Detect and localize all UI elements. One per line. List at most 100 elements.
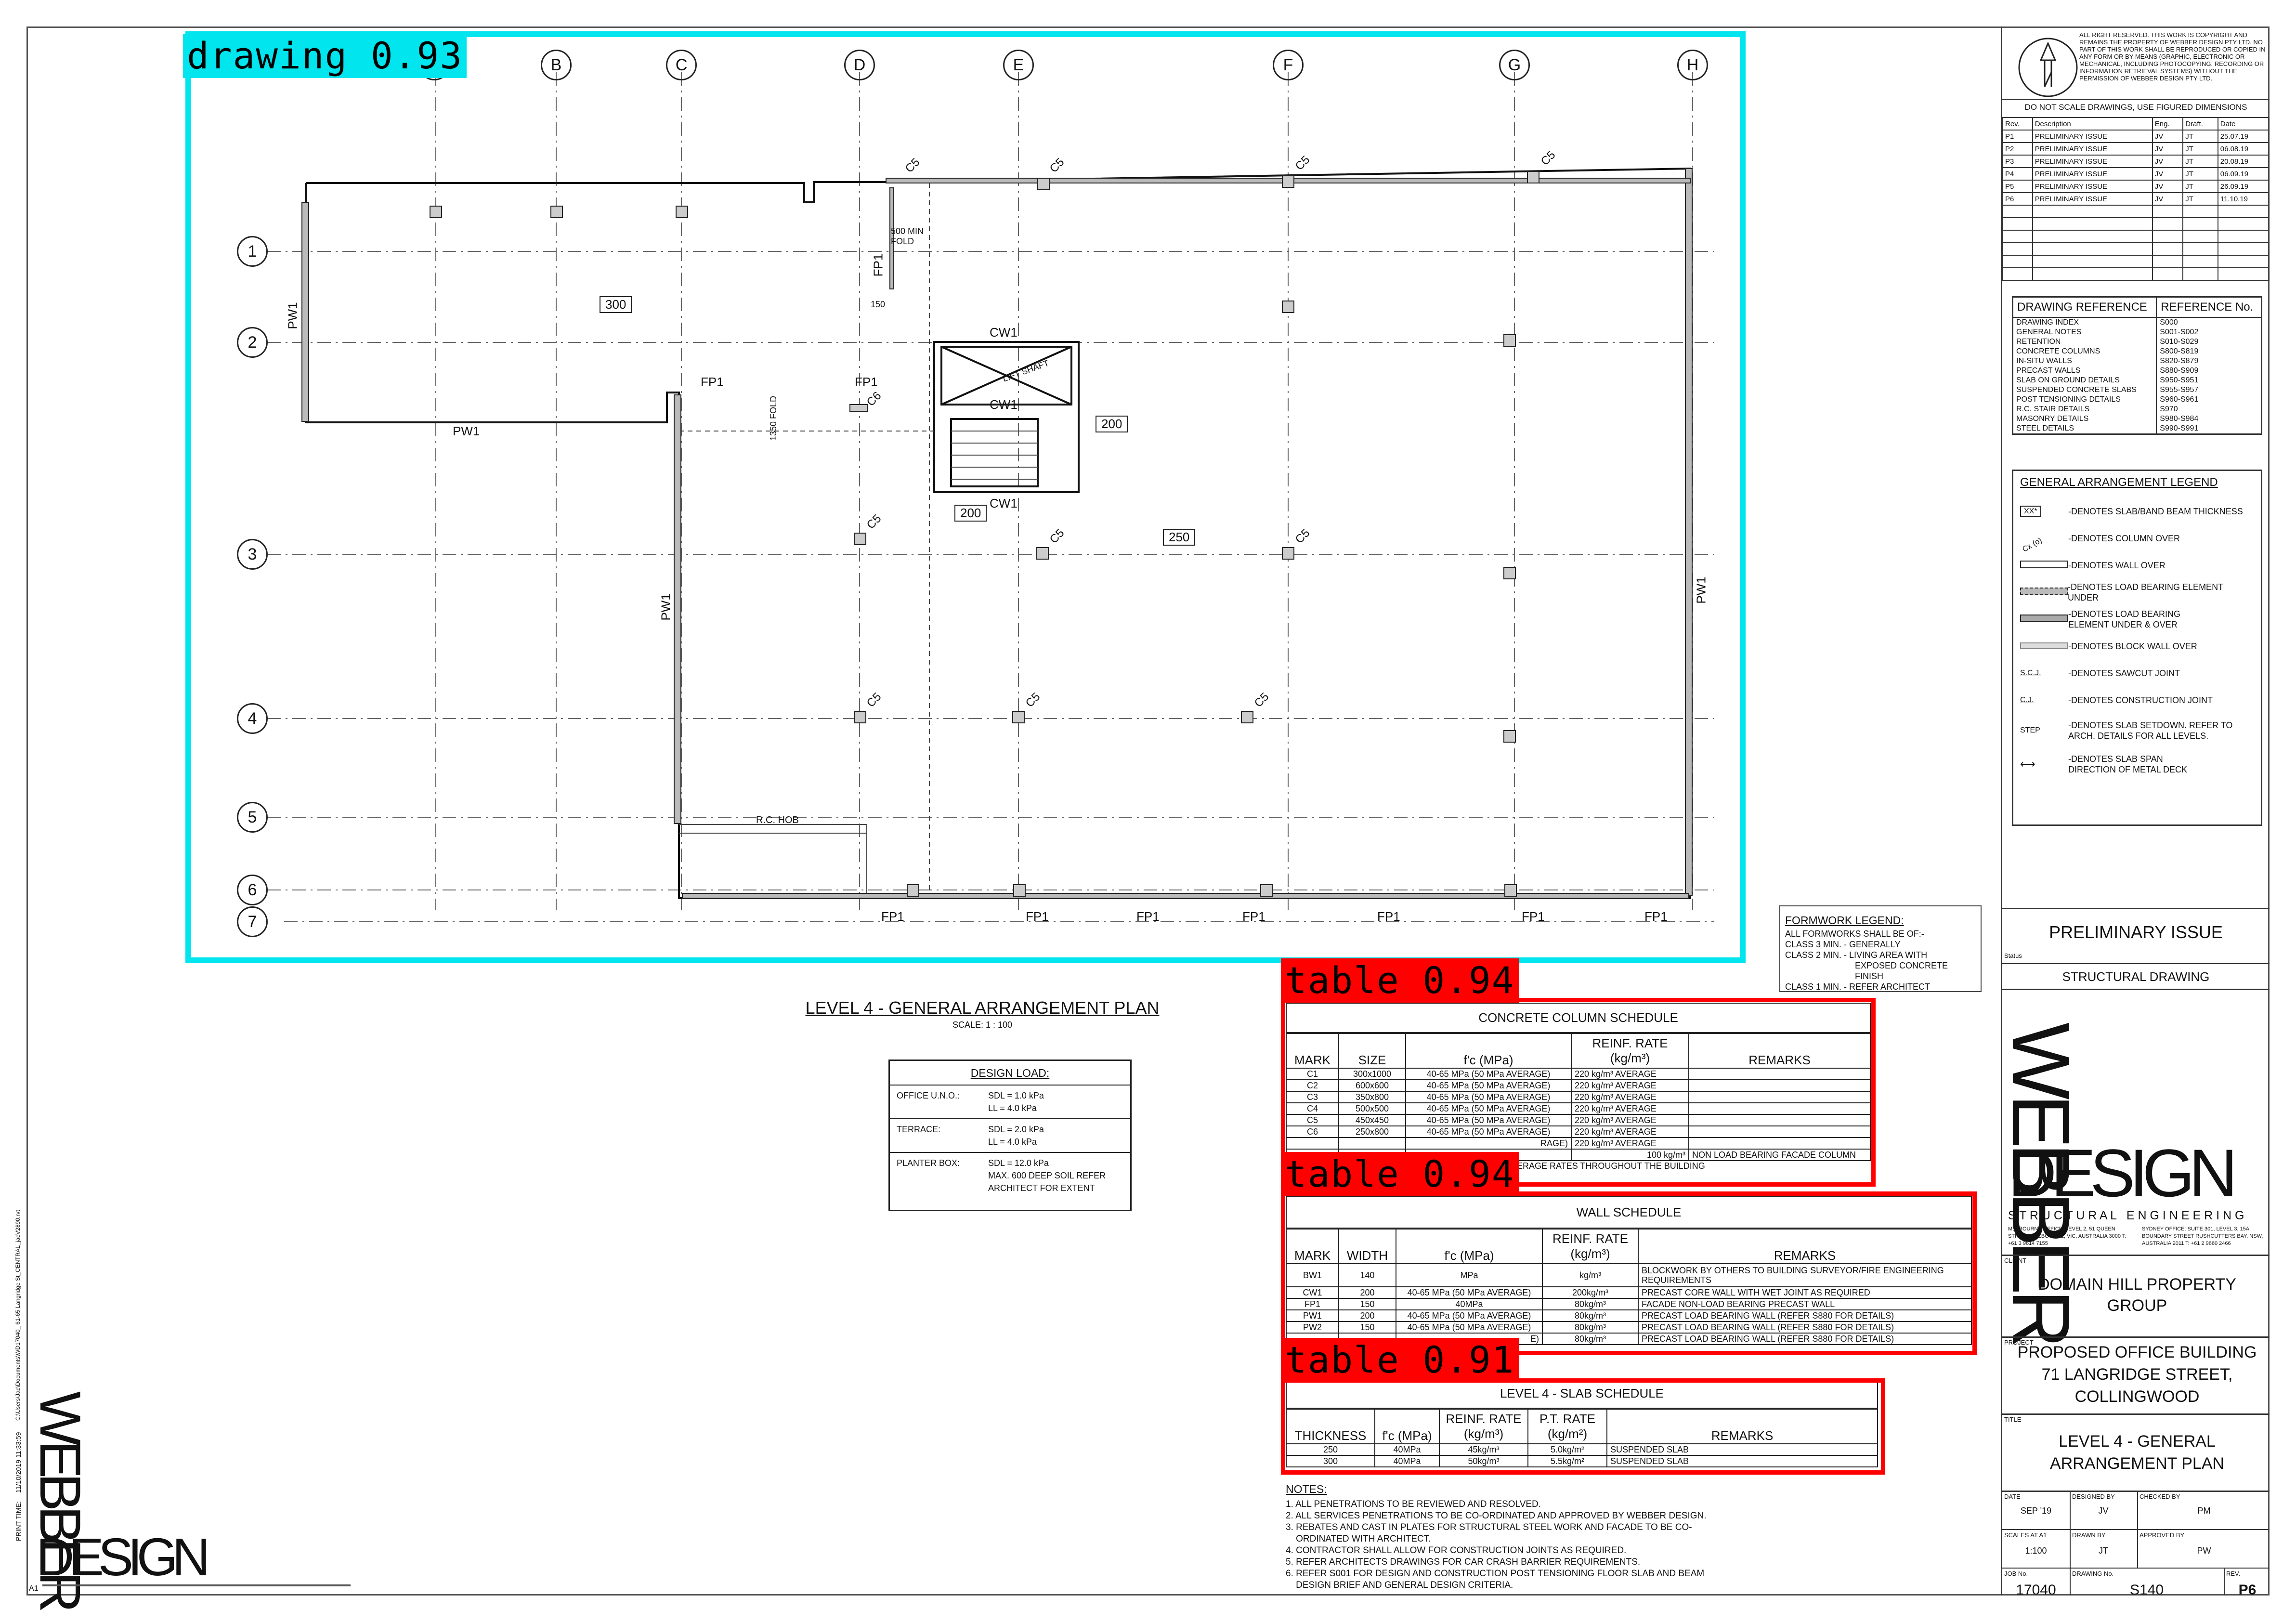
note-item: 4. CONTRACTOR SHALL ALLOW FOR CONSTRUCTI… [1286,1545,1627,1556]
formwork-line: ALL FORMWORKS SHALL BE OF:- [1785,929,1924,939]
revision-table: Rev. Description Eng. Draft. Date P1 PRELIMIN… [2002,117,2270,281]
dwg-value: S140 [2129,1582,2164,1598]
table-detection-label-1: table 0.94 [1281,958,1519,1003]
legend-text: -DENOTES CONSTRUCTION JOINT [2068,695,2213,705]
formwork-line: EXPOSED CONCRETE FINISH [1855,961,1948,981]
do-not-scale-note: DO NOT SCALE DRAWINGS, USE FIGURED DIMEN… [2024,103,2247,112]
print-timestamp: 11/10/2019 11:33:59 [14,1432,22,1493]
north-arrow-icon [2018,38,2078,97]
block-wall-symbol [2020,642,2068,649]
status-value: PRELIMINARY ISSUE [2049,922,2223,942]
dl-value: ARCHITECT FOR EXTENT [988,1183,1095,1193]
span-direction-icon: ⟷ [2020,758,2035,770]
table-detection-box-3 [1281,1378,1885,1475]
notes-heading: NOTES: [1286,1483,1327,1495]
dl-label: PLANTER BOX: [897,1158,960,1168]
reference-row: STEEL DETAILS S990-S991 [2012,424,2262,434]
melbourne-office: MELBOURNE OFFICE: LEVEL 2, 51 QUEEN STRE… [2008,1226,2126,1246]
drawn-label: DRAWN BY [2072,1531,2106,1539]
date-value: SEP '19 [2020,1506,2052,1516]
legend-text: -DENOTES SLAB/BAND BEAM THICKNESS [2068,507,2243,516]
revision-row: P2 PRELIMINARY ISSUE JV JT 06.08.19 [2002,142,2270,156]
table-detection-box-2 [1281,1191,1977,1355]
file-path: C:\Users\Jac\Documents\WD17040_ 61-65 La… [14,1210,21,1421]
print-time-label: PRINT TIME: [14,1501,22,1541]
legend-heading: GENERAL ARRANGEMENT LEGEND [2020,476,2218,489]
drawing-reference-table: DRAWING REFERENCE REFERENCE No. DRAWING I… [2012,296,2262,435]
legend-text: -DENOTES WALL OVER [2068,561,2166,570]
designed-label: DESIGNED BY [2072,1493,2115,1500]
legend-symbol: XX* [2020,506,2068,517]
legend-text: -DENOTES SLAB SPAN DIRECTION OF METAL DE… [2068,754,2188,774]
reference-row: DRAWING INDEX S000 [2012,317,2262,327]
drawing-detection-box [185,31,1746,963]
note-item: 6. REFER S001 FOR DESIGN AND CONSTRUCTIO… [1286,1569,1705,1579]
formwork-line: CLASS 2 MIN. - LIVING AREA WITH [1785,950,1928,960]
note-item: 5. REFER ARCHITECTS DRAWINGS FOR CAR CRA… [1286,1557,1641,1567]
reference-row: MASONRY DETAILS S980-S984 [2012,414,2262,424]
load-under-over-symbol [2020,615,2068,622]
drawing-title: LEVEL 4 - GENERAL ARRANGEMENT PLAN [2049,1432,2225,1473]
dl-label: TERRACE: [897,1125,941,1134]
reference-row: SUSPENDED CONCRETE SLABS S955-S957 [2012,385,2262,395]
legend-text: -DENOTES SLAB SETDOWN. REFER TO ARCH. DE… [2068,720,2233,741]
legend-text: -DENOTES SAWCUT JOINT [2068,668,2180,678]
scale-bar [42,1584,351,1586]
note-item: DESIGN BRIEF AND GENERAL DESIGN CRITERIA… [1286,1580,1513,1590]
dl-value: LL = 4.0 kPa [988,1137,1037,1147]
note-item: 3. REBATES AND CAST IN PLATES FOR STRUCT… [1286,1522,1692,1532]
dl-value: SDL = 12.0 kPa [988,1158,1049,1168]
rev-label: REV. [2226,1570,2241,1577]
copyright-notice: ALL RIGHT RESERVED. THIS WORK IS COPYRIG… [2079,31,2266,82]
dl-value: MAX. 600 DEEP SOIL REFER [988,1171,1106,1180]
dwg-label: DRAWING No. [2072,1570,2114,1577]
legend-symbol: S.C.J. [2020,669,2041,677]
note-item: 1. ALL PENETRATIONS TO BE REVIEWED AND R… [1286,1499,1541,1509]
table-detection-label-3: table 0.91 [1281,1338,1519,1382]
drawn-value: JT [2099,1546,2108,1556]
legend-symbol: C.J. [2020,696,2034,704]
dl-value: SDL = 2.0 kPa [988,1125,1044,1134]
approved-value: PW [2197,1546,2211,1556]
dl-label: OFFICE U.N.O.: [897,1091,960,1100]
revision-row: P4 PRELIMINARY ISSUE JV JT 06.09.19 [2002,167,2270,181]
scale-bar-start: A1 [29,1584,39,1593]
logo-bottom-left: WEBBER DESIGN [28,1382,229,1607]
date-label: DATE [2004,1493,2021,1500]
rev-value: P6 [2238,1582,2257,1598]
sydney-office: SYDNEY OFFICE: SUITE 301, LEVEL 3, 15A B… [2142,1226,2263,1246]
formwork-line: CLASS 3 MIN. - GENERALLY [1785,940,1901,949]
reference-row: GENERAL NOTES S001-S002 [2012,327,2262,337]
legend-symbol: Cx (o) [2021,536,2044,554]
note-item: 2. ALL SERVICES PENETRATIONS TO BE CO-OR… [1286,1511,1707,1521]
plan-scale: SCALE: 1 : 100 [952,1020,1013,1030]
ga-legend: GENERAL ARRANGEMENT LEGEND XX* -DENOTES S… [2012,470,2262,826]
dl-value: SDL = 1.0 kPa [988,1091,1044,1100]
client-label: CLIENT [2004,1257,2027,1264]
design-load-heading: DESIGN LOAD: [970,1067,1050,1079]
revision-row: P6 PRELIMINARY ISSUE JV JT 11.10.19 [2002,192,2270,206]
note-item: ORDINATED WITH ARCHITECT. [1286,1534,1431,1544]
table-detection-label-2: table 0.94 [1281,1152,1519,1196]
title-label: TITLE [2004,1416,2022,1423]
general-notes: NOTES: 1. ALL PENETRATIONS TO BE REVIEWE… [1286,1483,1960,1591]
checked-value: PM [2197,1506,2211,1516]
scales-value: 1:100 [2025,1546,2047,1556]
logo-word-design: DESIGN [36,1528,210,1587]
design-load-box: DESIGN LOAD: OFFICE U.N.O.: SDL = 1.0 kPa… [888,1060,1132,1211]
status-label: Status [2004,952,2022,959]
logo-word-design-tb: DESIGN [2008,1135,2238,1211]
formwork-legend: FORMWORK LEGEND: ALL FORMWORKS SHALL BE … [1779,905,1982,992]
job-value: 17040 [2016,1582,2056,1598]
plan-title: LEVEL 4 - GENERAL ARRANGEMENT PLAN [805,998,1160,1018]
reference-row: CONCRETE COLUMNS S800-S819 [2012,347,2262,356]
job-label: JOB No. [2004,1570,2028,1577]
reference-row: POST TENSIONING DETAILS S960-S961 [2012,395,2262,405]
client-name: DOMAIN HILL PROPERTY GROUP [2038,1275,2236,1315]
load-under-symbol [2020,588,2068,595]
legend-text: -DENOTES BLOCK WALL OVER [2068,641,2197,651]
revision-row: P1 PRELIMINARY ISSUE JV JT 25.07.19 [2002,130,2270,143]
drawing-detection-label: drawing 0.93 [183,34,467,78]
reference-row: RETENTION S010-S029 [2012,337,2262,347]
formwork-line: CLASS 1 MIN. - REFER ARCHITECT [1785,982,1931,992]
